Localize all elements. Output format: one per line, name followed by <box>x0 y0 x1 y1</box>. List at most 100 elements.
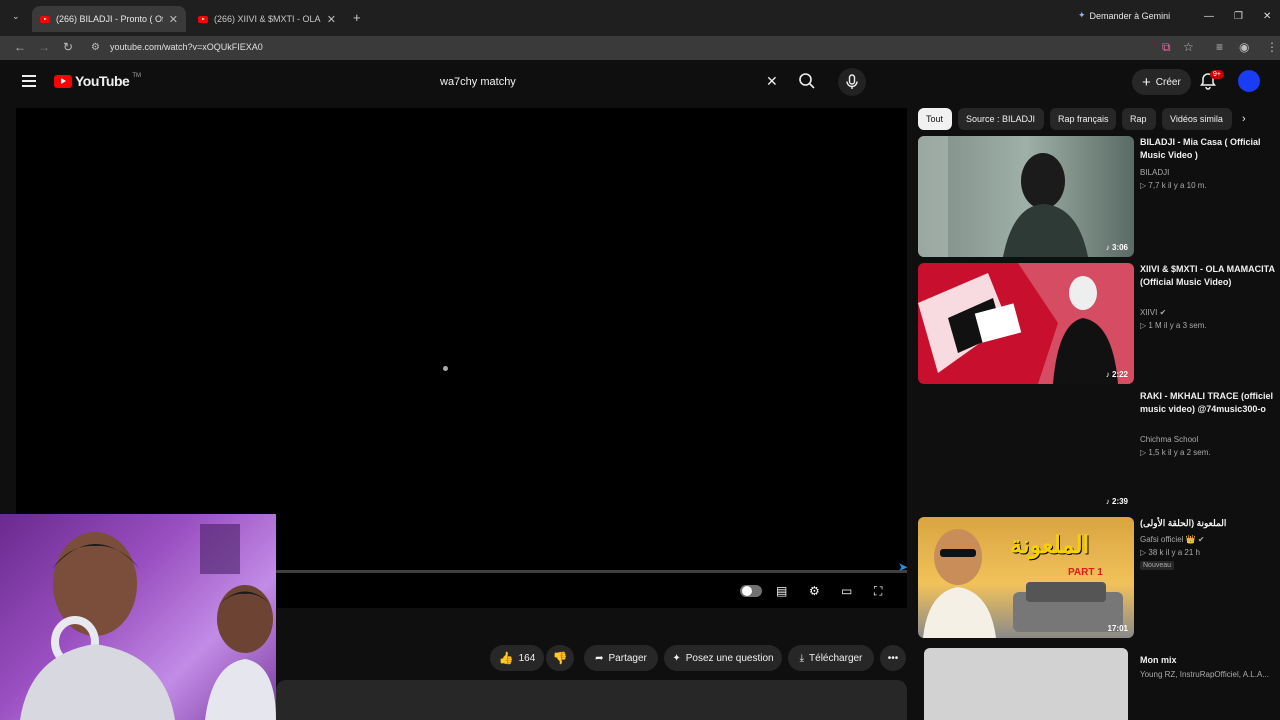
youtube-favicon-icon <box>198 15 208 23</box>
menu-icon[interactable] <box>22 75 36 87</box>
ask-question-button[interactable]: ✦ Posez une question <box>664 645 782 671</box>
search-icon[interactable] <box>798 72 816 95</box>
miniplayer-icon[interactable]: ▭ <box>841 584 852 598</box>
media-icon[interactable]: ≡ <box>1216 40 1223 54</box>
youtube-logo-icon <box>54 74 72 88</box>
browser-menu-icon[interactable]: ⋮ <box>1266 40 1278 54</box>
video-title[interactable]: RAKI - MKHALI TRACE (officiel music vide… <box>1140 390 1280 416</box>
minimize-icon[interactable]: — <box>1204 11 1214 22</box>
dislike-button[interactable]: 👎 <box>546 645 574 671</box>
share-button[interactable]: ➦ Partager <box>584 645 658 671</box>
webcam-overlay <box>0 514 276 720</box>
gemini-icon: ✦ <box>1078 10 1086 20</box>
description-box[interactable] <box>276 680 907 720</box>
tab-search-icon[interactable]: ⌄ <box>12 11 20 22</box>
video-thumbnail[interactable]: ♪ 2:22 <box>918 263 1134 384</box>
video-stats: ▷ 1,5 k il y a 2 sem. <box>1140 448 1211 457</box>
video-duration: 17:01 <box>1107 624 1128 633</box>
fullscreen-icon[interactable]: ⛶ <box>874 584 882 599</box>
channel-name: Gafsi officiel 👑 <box>1140 535 1196 544</box>
close-window-icon[interactable]: ✕ <box>1263 11 1271 22</box>
site-settings-icon[interactable]: ⚙ <box>91 42 100 53</box>
youtube-logo[interactable]: YouTube TM <box>54 73 141 89</box>
video-thumbnail[interactable]: ♪ 2:39 <box>918 390 1134 511</box>
channel-row[interactable]: XIIVI ✔ <box>1140 306 1166 319</box>
thumbnail-image <box>918 263 1134 384</box>
profile-icon[interactable]: ◉ <box>1239 40 1249 54</box>
tab-title: (266) BILADJI - Pronto ( Officia <box>56 14 163 24</box>
browser-address-bar: ← → ↻ ⚙ youtube.com/watch?v=xOQUkFIEXA0 … <box>0 36 1280 60</box>
more-icon: ••• <box>887 652 899 664</box>
chip-source[interactable]: Source : BILADJI <box>958 108 1044 130</box>
autoplay-toggle[interactable] <box>740 585 762 597</box>
channel-name[interactable]: BILADJI <box>1140 166 1169 179</box>
microphone-icon <box>846 74 858 89</box>
video-title[interactable]: (الحلقة الأولى) الملعونة <box>1140 517 1280 530</box>
loading-dot-icon <box>443 366 448 371</box>
cast-icon[interactable]: ⧉ <box>1162 40 1171 55</box>
download-label: Télécharger <box>809 652 863 664</box>
video-title[interactable]: BILADJI - Mia Casa ( Official Music Vide… <box>1140 136 1280 162</box>
restore-icon[interactable]: ❐ <box>1234 11 1243 22</box>
tab-close-icon[interactable]: ✕ <box>169 13 178 26</box>
gemini-label: Demander à Gemini <box>1089 10 1171 21</box>
search-input[interactable]: wa7chy matchy <box>430 68 790 96</box>
search-value: wa7chy matchy <box>440 76 516 88</box>
thumbnail-part: PART 1 <box>1068 567 1103 578</box>
recommendation-item[interactable]: ♪ 3:06 BILADJI - Mia Casa ( Official Mus… <box>918 136 1280 258</box>
verified-icon: ✔ <box>1159 308 1167 317</box>
channel-name: XIIVI <box>1140 308 1158 317</box>
mix-thumbnail[interactable] <box>924 648 1128 720</box>
thumbnail-image <box>918 136 1088 257</box>
video-thumbnail[interactable]: ♪ 3:06 <box>918 136 1134 257</box>
mix-artists: Young RZ, InstruRapOfficiel, A.L.A... <box>1140 670 1269 679</box>
url-field[interactable]: youtube.com/watch?v=xOQUkFIEXA0 <box>110 42 263 52</box>
bookmark-star-icon[interactable]: ☆ <box>1183 40 1194 54</box>
chevron-right-icon[interactable]: › <box>1242 113 1246 125</box>
like-button[interactable]: 👍 164 <box>490 645 544 671</box>
account-avatar[interactable] <box>1238 70 1260 92</box>
forward-icon[interactable]: → <box>38 40 50 54</box>
gemini-button[interactable]: ✦ Demander à Gemini <box>1078 10 1170 21</box>
create-label: Créer <box>1155 76 1181 88</box>
chip-tout[interactable]: Tout <box>918 108 952 130</box>
voice-search-button[interactable] <box>838 68 866 96</box>
video-thumbnail[interactable]: الملعونة PART 1 17:01 <box>918 517 1134 638</box>
chip-similar-videos[interactable]: Vidéos simila <box>1162 108 1232 130</box>
recommendation-item[interactable]: ♪ 2:39 RAKI - MKHALI TRACE (officiel mus… <box>918 390 1280 512</box>
like-count: 164 <box>518 652 536 664</box>
tab-xiivi[interactable]: (266) XIIVI & $MXTI - OLA MA ✕ <box>190 6 344 32</box>
youtube-favicon-icon <box>40 15 50 23</box>
thumbnail-title: الملعونة <box>1010 532 1090 559</box>
tab-close-icon[interactable]: ✕ <box>327 13 336 26</box>
more-actions-button[interactable]: ••• <box>880 645 906 671</box>
recommendation-item[interactable]: Mon mix Young RZ, InstruRapOfficiel, A.L… <box>918 648 1280 720</box>
verified-icon: ✔ <box>1197 535 1205 544</box>
share-label: Partager <box>608 652 647 664</box>
logo-text: YouTube <box>75 73 130 89</box>
subtitles-icon[interactable]: ▤ <box>776 584 787 598</box>
recommendation-item[interactable]: الملعونة PART 1 17:01 (الحلقة الأولى) ال… <box>918 517 1280 639</box>
new-tab-button[interactable]: + <box>353 10 361 25</box>
video-title[interactable]: Mon mix <box>1140 654 1280 667</box>
thumbs-down-icon: 👎 <box>552 651 568 665</box>
chip-rap-francais[interactable]: Rap français <box>1050 108 1116 130</box>
channel-name[interactable]: Chichma School <box>1140 433 1198 446</box>
channel-row[interactable]: Gafsi officiel 👑 ✔ <box>1140 533 1205 546</box>
plus-icon: + <box>1142 73 1151 91</box>
clear-search-icon[interactable]: ✕ <box>766 73 778 90</box>
download-button[interactable]: ⤓ Télécharger <box>788 645 874 671</box>
video-stats: ▷ 7,7 k il y a 10 m. <box>1140 181 1207 190</box>
reload-icon[interactable]: ↻ <box>63 40 73 54</box>
video-duration: ♪ 2:22 <box>1105 370 1128 379</box>
create-button[interactable]: + Créer <box>1132 69 1191 95</box>
settings-gear-icon[interactable]: ⚙ <box>809 584 820 598</box>
recommendation-item[interactable]: ♪ 2:22 XIIVI & $MXTI - OLA MAMACITA (Off… <box>918 263 1280 385</box>
webcam-people-image <box>20 524 276 720</box>
chip-rap[interactable]: Rap <box>1122 108 1156 130</box>
video-title[interactable]: XIIVI & $MXTI - OLA MAMACITA (Official M… <box>1140 263 1280 289</box>
youtube-header: YouTube TM wa7chy matchy ✕ + Créer 9+ <box>0 60 1280 106</box>
back-icon[interactable]: ← <box>14 40 26 54</box>
notification-badge: 9+ <box>1210 70 1224 79</box>
tab-biladji[interactable]: (266) BILADJI - Pronto ( Officia ✕ <box>32 6 186 32</box>
